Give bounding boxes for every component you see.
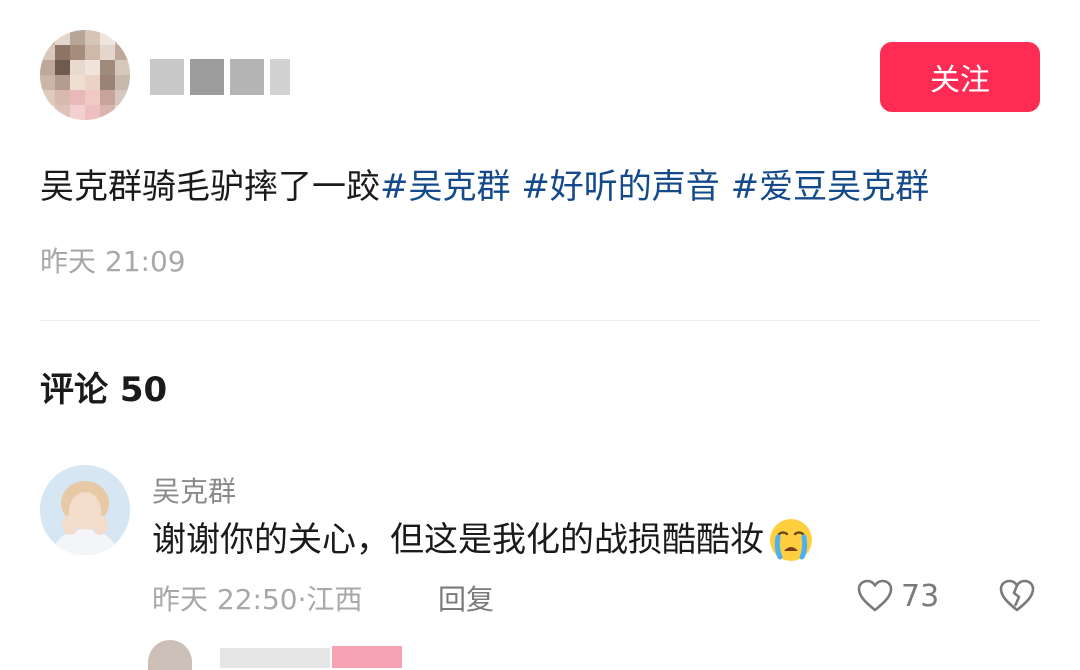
next-commenter-name-blurred[interactable] (220, 648, 330, 668)
heart-outline-icon (855, 576, 895, 616)
hashtag-link[interactable]: #吴克群 (380, 167, 511, 207)
divider (40, 320, 1040, 321)
next-commenter-badge (332, 646, 402, 668)
comment-text: 谢谢你的关心，但这是我化的战损酷酷妆 (152, 515, 814, 565)
like-button[interactable]: 73 (855, 576, 939, 616)
broken-heart-icon (996, 576, 1038, 616)
hashtag-link[interactable]: #爱豆吴克群 (731, 167, 930, 207)
commenter-avatar[interactable] (40, 465, 130, 555)
follow-button[interactable]: 关注 (880, 42, 1040, 112)
author-name-blurred[interactable] (150, 56, 290, 98)
post-body: 吴克群骑毛驴摔了一跤 (40, 167, 380, 207)
author-avatar[interactable] (40, 30, 130, 120)
comment-body: 谢谢你的关心，但这是我化的战损酷酷妆 (152, 520, 764, 560)
comments-title: 评论 50 (40, 370, 168, 410)
post-text: 吴克群骑毛驴摔了一跤#吴克群 #好听的声音 #爱豆吴克群 (40, 164, 929, 210)
hashtag-link[interactable]: #好听的声音 (521, 167, 720, 207)
reply-button[interactable]: 回复 (438, 578, 494, 618)
dislike-button[interactable] (996, 576, 1038, 620)
crying-emoji (768, 517, 814, 563)
like-count: 73 (901, 578, 940, 614)
post-time: 昨天 21:09 (40, 245, 186, 278)
comment-meta: 昨天 22:50·江西 (152, 583, 363, 616)
comment-username[interactable]: 吴克群 (152, 470, 236, 510)
next-commenter-avatar[interactable] (148, 640, 192, 670)
